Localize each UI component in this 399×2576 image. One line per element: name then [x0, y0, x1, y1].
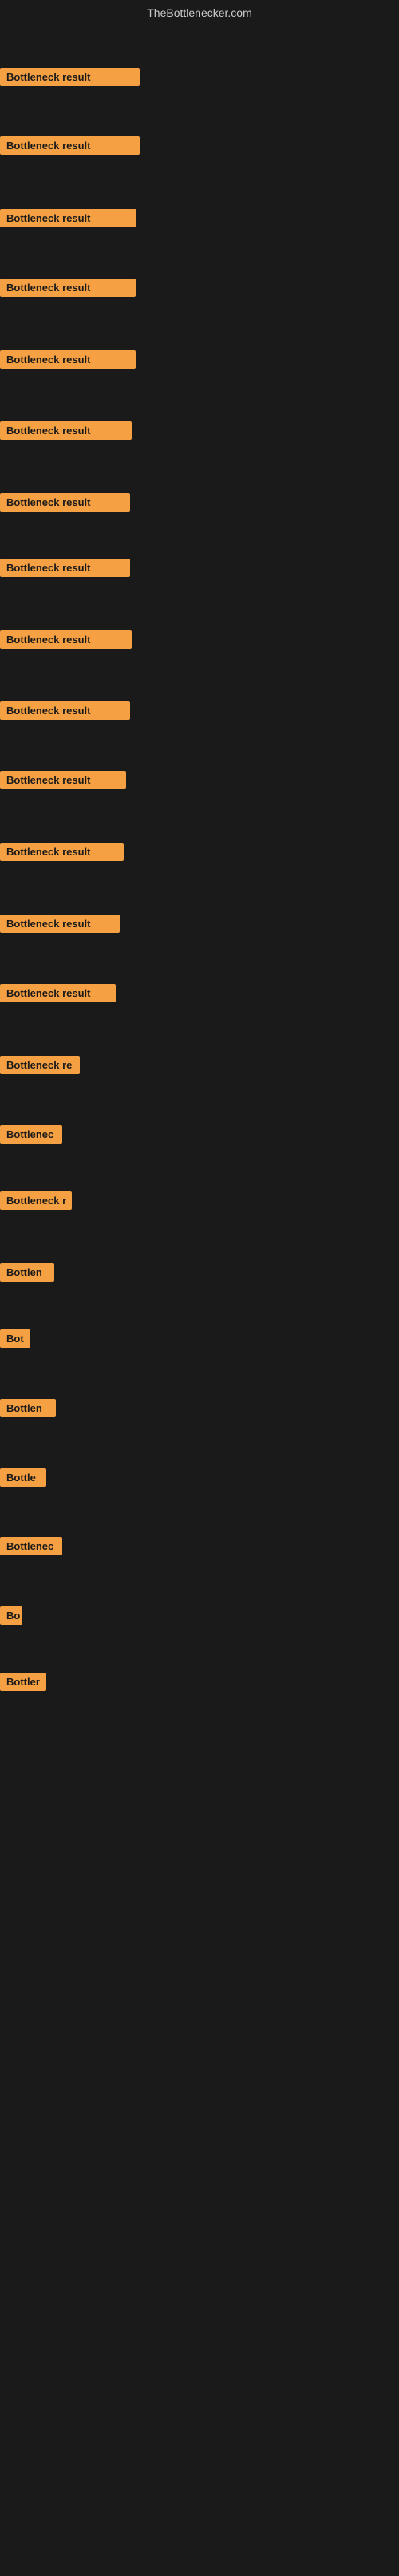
bottleneck-label[interactable]: Bottleneck result	[0, 559, 130, 577]
bottleneck-label[interactable]: Bottleneck result	[0, 493, 130, 512]
bottleneck-label[interactable]: Bottleneck re	[0, 1056, 80, 1074]
bottleneck-result-row: Bottlenec	[0, 1537, 62, 1559]
bottleneck-result-row: Bo	[0, 1606, 22, 1629]
bottleneck-label[interactable]: Bottleneck result	[0, 68, 140, 86]
bottleneck-label[interactable]: Bottleneck result	[0, 421, 132, 440]
bottleneck-label[interactable]: Bot	[0, 1329, 30, 1348]
bottleneck-label[interactable]: Bottlen	[0, 1399, 56, 1417]
site-header: TheBottlenecker.com	[0, 0, 399, 22]
bottleneck-result-row: Bottleneck result	[0, 68, 140, 90]
bottleneck-label[interactable]: Bottleneck result	[0, 843, 124, 861]
bottleneck-result-row: Bottleneck result	[0, 493, 130, 516]
bottleneck-result-row: Bottlen	[0, 1263, 54, 1286]
bottleneck-label[interactable]: Bottleneck r	[0, 1191, 72, 1210]
bottleneck-label[interactable]: Bottleneck result	[0, 984, 116, 1002]
bottleneck-result-row: Bottleneck result	[0, 771, 126, 793]
bottleneck-label[interactable]: Bottleneck result	[0, 771, 126, 789]
bottleneck-result-row: Bottleneck r	[0, 1191, 72, 1214]
bottleneck-label[interactable]: Bottleneck result	[0, 701, 130, 720]
bottleneck-result-row: Bottler	[0, 1673, 46, 1695]
bottleneck-result-row: Bottleneck result	[0, 136, 140, 159]
bottleneck-result-row: Bottleneck result	[0, 559, 130, 581]
bottleneck-result-row: Bottleneck result	[0, 209, 136, 231]
bottleneck-result-row: Bottleneck re	[0, 1056, 80, 1078]
bottleneck-label[interactable]: Bottleneck result	[0, 209, 136, 227]
site-title: TheBottlenecker.com	[147, 6, 252, 19]
bottleneck-label[interactable]: Bottle	[0, 1468, 46, 1487]
bottleneck-result-row: Bottleneck result	[0, 279, 136, 301]
bottleneck-label[interactable]: Bottlenec	[0, 1537, 62, 1555]
bottleneck-label[interactable]: Bo	[0, 1606, 22, 1625]
bottleneck-result-row: Bottlen	[0, 1399, 56, 1421]
bottleneck-label[interactable]: Bottleneck result	[0, 136, 140, 155]
bottleneck-result-row: Bottleneck result	[0, 984, 116, 1006]
bottleneck-result-row: Bottleneck result	[0, 630, 132, 653]
bottleneck-label[interactable]: Bottleneck result	[0, 915, 120, 933]
bottleneck-result-row: Bottleneck result	[0, 350, 136, 373]
bottleneck-result-row: Bottleneck result	[0, 421, 132, 444]
bottleneck-label[interactable]: Bottler	[0, 1673, 46, 1691]
bottleneck-result-row: Bottleneck result	[0, 915, 120, 937]
bottleneck-result-row: Bot	[0, 1329, 30, 1352]
bottleneck-result-row: Bottleneck result	[0, 701, 130, 724]
bottleneck-label[interactable]: Bottlenec	[0, 1125, 62, 1144]
bottleneck-result-row: Bottleneck result	[0, 843, 124, 865]
bottleneck-label[interactable]: Bottlen	[0, 1263, 54, 1282]
bottleneck-label[interactable]: Bottleneck result	[0, 630, 132, 649]
bottleneck-result-row: Bottle	[0, 1468, 46, 1491]
bottleneck-label[interactable]: Bottleneck result	[0, 279, 136, 297]
bottleneck-label[interactable]: Bottleneck result	[0, 350, 136, 369]
bottleneck-result-row: Bottlenec	[0, 1125, 62, 1148]
